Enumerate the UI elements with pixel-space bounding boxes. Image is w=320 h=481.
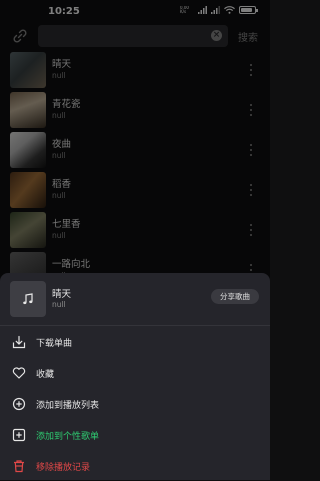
sheet-song-thumbnail — [10, 281, 46, 317]
action-label: 收藏 — [36, 370, 55, 380]
action-label: 添加到播放列表 — [36, 401, 100, 411]
add-square-icon — [12, 428, 26, 442]
sheet-song-title: 晴天 — [52, 289, 72, 300]
trash-icon — [14, 460, 24, 473]
heart-icon — [12, 367, 26, 379]
add-circle-icon — [12, 397, 26, 411]
download-icon — [12, 335, 26, 349]
action-label: 下载单曲 — [36, 339, 73, 349]
action-label: 移除播放记录 — [36, 463, 91, 473]
share-song-button[interactable]: 分享歌曲 — [211, 289, 259, 304]
song-options-sheet: 晴天 null 分享歌曲 下载单曲 收藏 添加到播放列表 添加到个性歌单 移除播… — [0, 273, 270, 480]
action-label: 添加到个性歌单 — [36, 432, 100, 442]
add-to-custom-songlist-action[interactable]: 添加到个性歌单 — [0, 422, 270, 450]
download-song-action[interactable]: 下载单曲 — [0, 329, 270, 357]
favorite-action[interactable]: 收藏 — [0, 360, 270, 388]
add-to-playlist-action[interactable]: 添加到播放列表 — [0, 391, 270, 419]
sheet-song-artist: null — [52, 300, 66, 309]
remove-history-action[interactable]: 移除播放记录 — [0, 453, 270, 481]
music-note-icon — [23, 293, 33, 305]
divider — [0, 325, 270, 326]
